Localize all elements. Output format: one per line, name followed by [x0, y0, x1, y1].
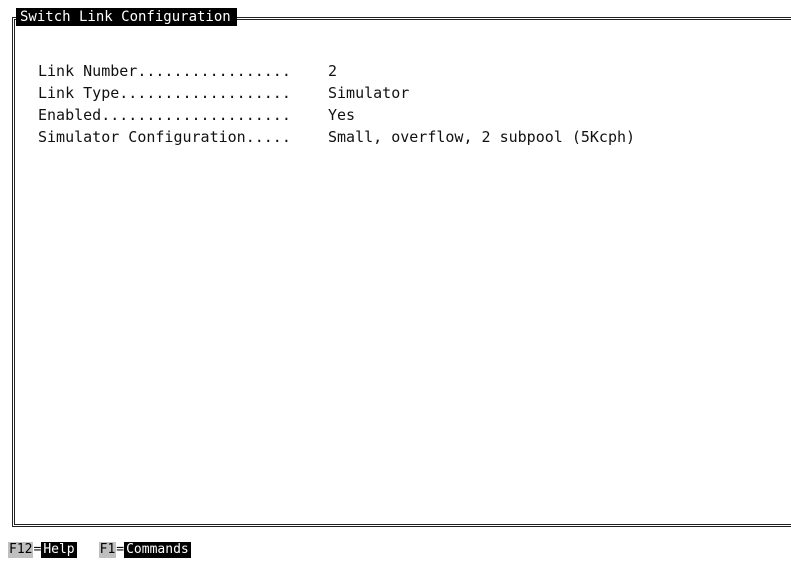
field-label: Simulator Configuration..... — [38, 128, 291, 146]
field-list: Link Number................. 2 Link Type… — [38, 60, 635, 148]
panel-title: Switch Link Configuration — [16, 8, 237, 26]
field-value[interactable]: Small, overflow, 2 subpool (5Kcph) — [328, 126, 635, 148]
field-link-number[interactable]: Link Number................. 2 — [38, 60, 635, 82]
field-link-type[interactable]: Link Type................... Simulator — [38, 82, 635, 104]
key-separator: = — [116, 542, 125, 557]
f12-key[interactable]: F12 — [8, 542, 34, 558]
function-key-bar: F12 = Help F1 = Commands — [8, 542, 191, 558]
field-value[interactable]: Simulator — [328, 82, 409, 104]
field-enabled[interactable]: Enabled..................... Yes — [38, 104, 635, 126]
commands-command[interactable]: Commands — [124, 542, 191, 558]
key-separator: = — [33, 542, 42, 557]
f1-key[interactable]: F1 — [98, 542, 117, 558]
field-label: Link Type................... — [38, 84, 291, 102]
field-value[interactable]: Yes — [328, 104, 355, 126]
field-label: Enabled..................... — [38, 106, 291, 124]
field-value[interactable]: 2 — [328, 60, 337, 82]
field-label: Link Number................. — [38, 62, 291, 80]
field-simulator-configuration[interactable]: Simulator Configuration..... Small, over… — [38, 126, 635, 148]
help-command[interactable]: Help — [41, 542, 77, 558]
